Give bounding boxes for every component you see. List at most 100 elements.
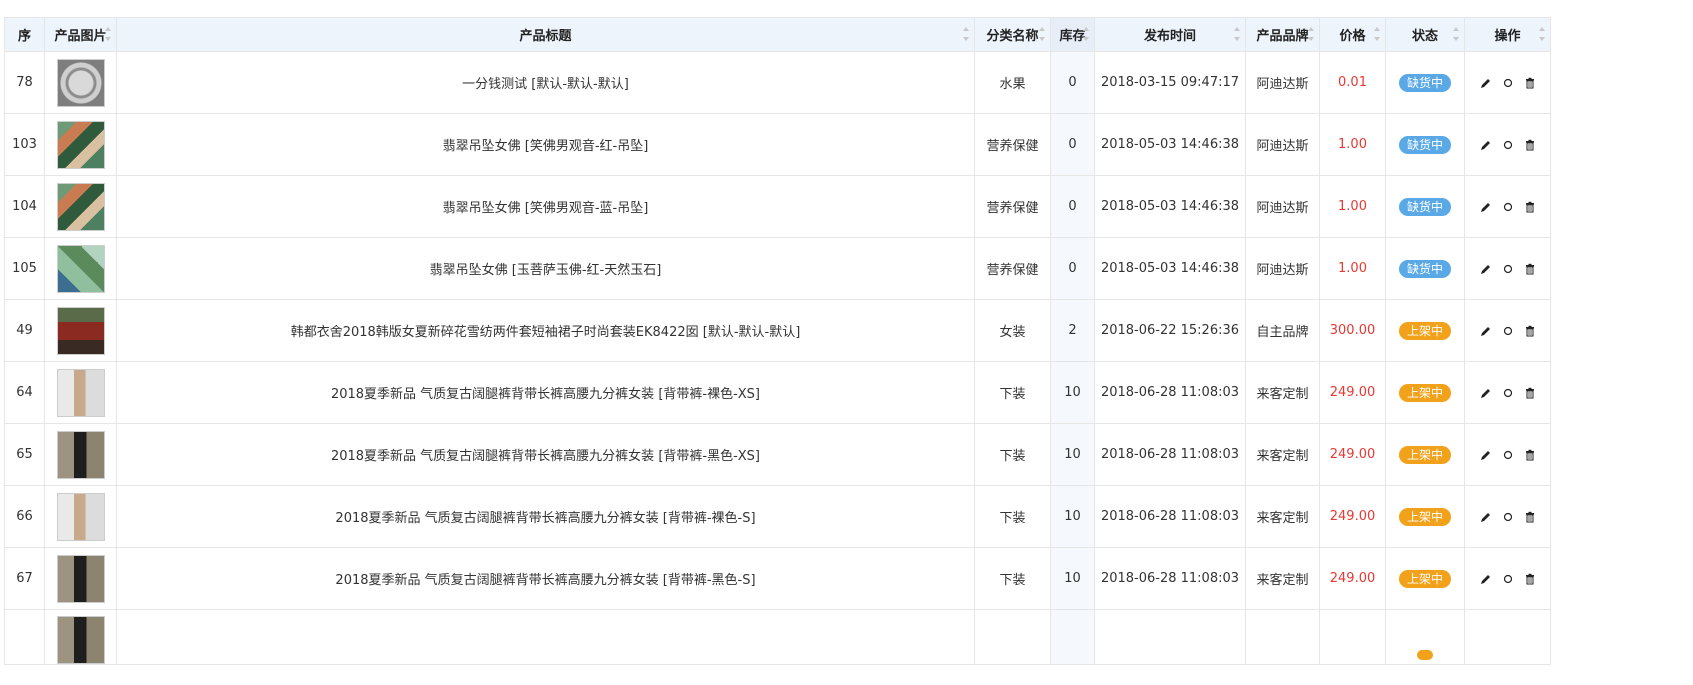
trash-icon[interactable] bbox=[1524, 325, 1536, 337]
product-thumbnail[interactable] bbox=[56, 430, 105, 479]
pencil-icon[interactable] bbox=[1480, 573, 1492, 585]
circle-icon[interactable] bbox=[1502, 201, 1514, 213]
product-title: 一分钱测试 [默认-默认-默认] bbox=[116, 51, 975, 114]
product-publish-time bbox=[1094, 609, 1246, 665]
trash-icon[interactable] bbox=[1524, 511, 1536, 523]
product-category: 营养保健 bbox=[974, 113, 1051, 176]
table-row[interactable]: 64 2018夏季新品 气质复古阔腿裤背带长裤高腰九分裤女装 [背带裤-裸色-XS… bbox=[4, 361, 1551, 424]
product-thumbnail[interactable] bbox=[56, 120, 105, 169]
product-publish-time: 2018-05-03 14:46:38 bbox=[1094, 175, 1246, 238]
circle-icon[interactable] bbox=[1502, 263, 1514, 275]
pencil-icon[interactable] bbox=[1480, 325, 1492, 337]
trash-icon[interactable] bbox=[1524, 139, 1536, 151]
circle-icon[interactable] bbox=[1502, 387, 1514, 399]
product-thumbnail[interactable] bbox=[56, 306, 105, 355]
product-thumbnail-cell bbox=[44, 299, 117, 362]
pencil-icon[interactable] bbox=[1480, 263, 1492, 275]
row-index bbox=[4, 609, 45, 665]
table-row[interactable]: 66 2018夏季新品 气质复古阔腿裤背带长裤高腰九分裤女装 [背带裤-裸色-S]… bbox=[4, 485, 1551, 548]
trash-icon[interactable] bbox=[1524, 263, 1536, 275]
col-header-category[interactable]: 分类名称 bbox=[974, 17, 1051, 52]
product-brand: 阿迪达斯 bbox=[1245, 51, 1320, 114]
product-brand: 来客定制 bbox=[1245, 485, 1320, 548]
product-thumbnail-cell bbox=[44, 547, 117, 610]
status-badge: 缺货中 bbox=[1398, 135, 1451, 154]
table-row[interactable]: 78 一分钱测试 [默认-默认-默认] 水果 0 2018-03-15 09:47:17… bbox=[4, 51, 1551, 114]
circle-icon[interactable] bbox=[1502, 511, 1514, 523]
status-badge: 上架中 bbox=[1398, 445, 1451, 464]
sort-icon[interactable] bbox=[1308, 27, 1314, 41]
product-title: 2018夏季新品 气质复古阔腿裤背带长裤高腰九分裤女装 [背带裤-裸色-S] bbox=[116, 485, 975, 548]
circle-icon[interactable] bbox=[1502, 449, 1514, 461]
product-title: 翡翠吊坠女佛 [笑佛男观音-红-吊坠] bbox=[116, 113, 975, 176]
pencil-icon[interactable] bbox=[1480, 449, 1492, 461]
pencil-icon[interactable] bbox=[1480, 387, 1492, 399]
row-index: 64 bbox=[4, 361, 45, 424]
product-thumbnail[interactable] bbox=[56, 58, 105, 107]
table-row[interactable]: 105 翡翠吊坠女佛 [玉菩萨玉佛-红-天然玉石] 营养保健 0 2018-05-03 … bbox=[4, 237, 1551, 300]
col-header-stock[interactable]: 库存 bbox=[1050, 17, 1095, 52]
product-category: 水果 bbox=[974, 51, 1051, 114]
product-thumbnail[interactable] bbox=[56, 244, 105, 293]
table-header-row: 序 产品图片 产品标题 分类名称 库存 发布时间 产品品牌 价格 状态 操作 bbox=[4, 17, 1551, 52]
circle-icon[interactable] bbox=[1502, 573, 1514, 585]
trash-icon[interactable] bbox=[1524, 387, 1536, 399]
col-header-actions[interactable]: 操作 bbox=[1464, 17, 1551, 52]
actions-cell bbox=[1464, 423, 1551, 486]
product-price: 300.00 bbox=[1319, 299, 1386, 362]
product-brand: 来客定制 bbox=[1245, 423, 1320, 486]
product-brand: 来客定制 bbox=[1245, 361, 1320, 424]
col-header-time[interactable]: 发布时间 bbox=[1094, 17, 1246, 52]
sort-icon[interactable] bbox=[963, 27, 969, 41]
sort-icon[interactable] bbox=[1539, 27, 1545, 41]
table-row[interactable]: 65 2018夏季新品 气质复古阔腿裤背带长裤高腰九分裤女装 [背带裤-黑色-XS… bbox=[4, 423, 1551, 486]
product-title: 2018夏季新品 气质复古阔腿裤背带长裤高腰九分裤女装 [背带裤-黑色-XS] bbox=[116, 423, 975, 486]
pencil-icon[interactable] bbox=[1480, 511, 1492, 523]
product-thumbnail[interactable] bbox=[56, 182, 105, 231]
product-thumbnail[interactable] bbox=[56, 554, 105, 603]
table-row[interactable]: 103 翡翠吊坠女佛 [笑佛男观音-红-吊坠] 营养保健 0 2018-05-03 14… bbox=[4, 113, 1551, 176]
circle-icon[interactable] bbox=[1502, 77, 1514, 89]
product-publish-time: 2018-03-15 09:47:17 bbox=[1094, 51, 1246, 114]
circle-icon[interactable] bbox=[1502, 325, 1514, 337]
product-stock: 10 bbox=[1050, 485, 1095, 548]
sort-icon[interactable] bbox=[1374, 27, 1380, 41]
product-category: 下装 bbox=[974, 485, 1051, 548]
status-cell: 上架中 bbox=[1385, 485, 1465, 548]
actions-cell bbox=[1464, 175, 1551, 238]
product-thumbnail[interactable] bbox=[56, 616, 105, 664]
pencil-icon[interactable] bbox=[1480, 139, 1492, 151]
actions-cell bbox=[1464, 547, 1551, 610]
trash-icon[interactable] bbox=[1524, 77, 1536, 89]
product-brand bbox=[1245, 609, 1320, 665]
col-header-price[interactable]: 价格 bbox=[1319, 17, 1386, 52]
circle-icon[interactable] bbox=[1502, 139, 1514, 151]
sort-icon[interactable] bbox=[1453, 27, 1459, 41]
sort-icon[interactable] bbox=[105, 27, 111, 41]
col-header-brand[interactable]: 产品品牌 bbox=[1245, 17, 1320, 52]
col-header-title[interactable]: 产品标题 bbox=[116, 17, 975, 52]
product-thumbnail[interactable] bbox=[56, 492, 105, 541]
status-cell: 上架中 bbox=[1385, 361, 1465, 424]
status-cell: 上架中 bbox=[1385, 423, 1465, 486]
col-header-status[interactable]: 状态 bbox=[1385, 17, 1465, 52]
product-price: 249.00 bbox=[1319, 423, 1386, 486]
product-title bbox=[116, 609, 975, 665]
product-price: 1.00 bbox=[1319, 113, 1386, 176]
table-row[interactable]: 49 韩都衣舍2018韩版女夏新碎花雪纺两件套短袖裙子时尚套装EK8422囡 [默… bbox=[4, 299, 1551, 362]
col-header-image[interactable]: 产品图片 bbox=[44, 17, 117, 52]
product-category bbox=[974, 609, 1051, 665]
sort-icon[interactable] bbox=[1083, 27, 1089, 41]
sort-icon[interactable] bbox=[1039, 27, 1045, 41]
trash-icon[interactable] bbox=[1524, 449, 1536, 461]
trash-icon[interactable] bbox=[1524, 573, 1536, 585]
table-row[interactable] bbox=[4, 609, 1551, 665]
pencil-icon[interactable] bbox=[1480, 201, 1492, 213]
sort-icon[interactable] bbox=[1234, 27, 1240, 41]
pencil-icon[interactable] bbox=[1480, 77, 1492, 89]
table-row[interactable]: 67 2018夏季新品 气质复古阔腿裤背带长裤高腰九分裤女装 [背带裤-黑色-S]… bbox=[4, 547, 1551, 610]
status-cell: 缺货中 bbox=[1385, 51, 1465, 114]
product-thumbnail[interactable] bbox=[56, 368, 105, 417]
table-row[interactable]: 104 翡翠吊坠女佛 [笑佛男观音-蓝-吊坠] 营养保健 0 2018-05-03 14… bbox=[4, 175, 1551, 238]
trash-icon[interactable] bbox=[1524, 201, 1536, 213]
